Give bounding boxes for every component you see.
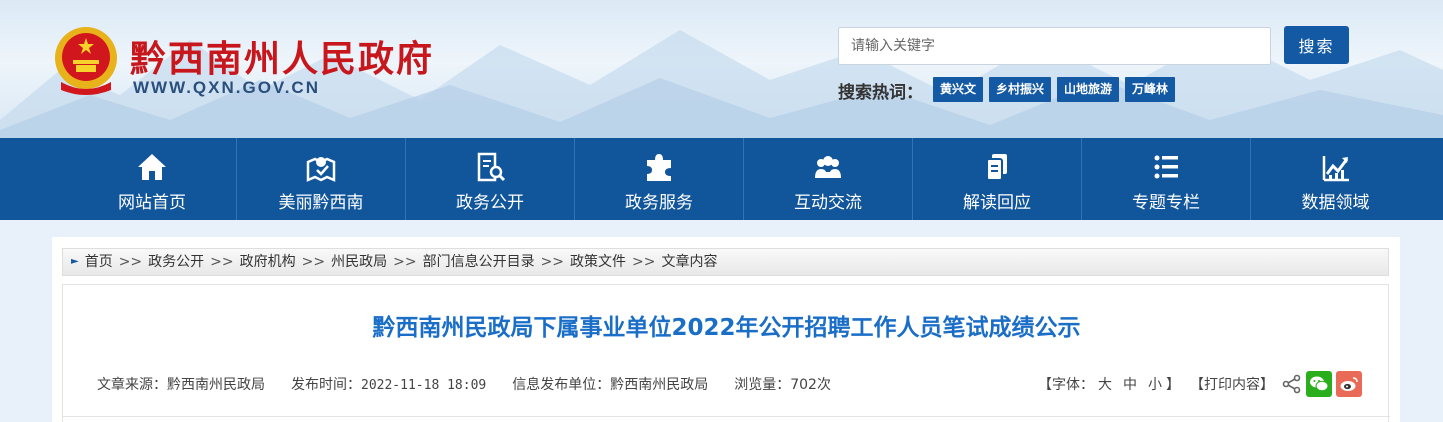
breadcrumb-gov-agencies[interactable]: 政府机构 (240, 249, 296, 275)
nav-item-gov-affairs-open[interactable]: 政务公开 (406, 138, 575, 220)
nav-label: 专题专栏 (1132, 193, 1200, 213)
hot-tag-1[interactable]: 黄兴文 (933, 77, 984, 102)
nav-label: 解读回应 (963, 193, 1031, 213)
nav-label: 数据领域 (1301, 193, 1370, 213)
font-size-large[interactable]: 大 (1098, 374, 1112, 394)
article-tools: 【字体： 大 中 小 】 【打印内容】 (1038, 371, 1362, 397)
breadcrumb-separator: >> (632, 254, 656, 270)
nav-label: 互动交流 (794, 193, 862, 213)
font-size-end: 】 (1166, 377, 1180, 393)
nav-item-home[interactable]: 网站首页 (68, 138, 237, 220)
article-publisher: 信息发布单位：黔西南州民政局 (512, 377, 709, 393)
site-title[interactable]: 黔西南州人民政府 (130, 30, 434, 82)
nav-item-data[interactable]: 数据领域 (1251, 138, 1420, 220)
breadcrumb-separator: >> (301, 254, 326, 270)
breadcrumb-separator: >> (118, 254, 143, 270)
breadcrumb-separator: >> (210, 254, 234, 270)
puzzle-icon (647, 154, 671, 181)
breadcrumb-civil-affairs[interactable]: 州民政局 (331, 249, 387, 275)
font-size-label: 【字体： (1038, 377, 1094, 393)
document-search-icon (477, 152, 506, 182)
search-input[interactable] (838, 27, 1271, 65)
breadcrumb-arrow-icon: ► (71, 256, 79, 267)
article-views: 浏览量：702次 (734, 377, 831, 393)
breadcrumb-separator: >> (540, 254, 565, 270)
nav-item-interpretation[interactable]: 解读回应 (913, 138, 1082, 220)
wechat-share-icon[interactable] (1306, 371, 1332, 397)
chart-icon (1322, 156, 1349, 182)
nav-item-gov-services[interactable]: 政务服务 (575, 138, 744, 220)
hot-tag-4[interactable]: 万峰林 (1125, 77, 1176, 102)
nav-label: 政务公开 (456, 193, 524, 213)
hot-words-list: 黄兴文 乡村振兴 山地旅游 万峰林 (933, 77, 1176, 102)
article-meta: 文章来源：黔西南州民政局 发布时间：2022-11-18 18:09 信息发布单… (97, 374, 831, 394)
publish-time-value: 2022-11-18 18:09 (361, 378, 487, 393)
nav-label: 政务服务 (625, 193, 693, 213)
list-icon (1154, 155, 1178, 179)
article-source: 文章来源：黔西南州民政局 (97, 377, 265, 393)
nav-item-beautiful-qxn[interactable]: 美丽黔西南 (237, 138, 406, 220)
search-button[interactable]: 搜索 (1284, 26, 1349, 64)
national-emblem-icon (55, 27, 117, 95)
hot-tag-3[interactable]: 山地旅游 (1057, 77, 1120, 102)
breadcrumb-home[interactable]: 首页 (85, 249, 113, 275)
breadcrumb-article: 文章内容 (661, 254, 718, 270)
article-divider (63, 416, 1390, 417)
header-banner: 黔西南州人民政府 WWW.QXN.GOV.CN 搜索 搜索热词： 黄兴文 乡村振… (0, 0, 1443, 138)
breadcrumb: ► 首页 >> 政务公开 >> 政府机构 >> 州民政局 >> 部门信息公开目录… (62, 248, 1389, 276)
article-publish-time: 发布时间：2022-11-18 18:09 (291, 374, 486, 394)
site-url: WWW.QXN.GOV.CN (133, 78, 320, 97)
people-icon (815, 156, 841, 178)
nav-label: 美丽黔西南 (278, 193, 364, 213)
print-button[interactable]: 【打印内容】 (1190, 374, 1274, 394)
hot-tag-2[interactable]: 乡村振兴 (989, 77, 1052, 102)
breadcrumb-gov-affairs[interactable]: 政务公开 (148, 249, 204, 275)
nav-item-topics[interactable]: 专题专栏 (1082, 138, 1251, 220)
breadcrumb-policy-docs[interactable]: 政策文件 (570, 249, 626, 275)
article-panel: 黔西南州民政局下属事业单位2022年公开招聘工作人员笔试成绩公示 文章来源：黔西… (62, 284, 1390, 422)
weibo-share-icon[interactable] (1336, 371, 1362, 397)
map-pin-icon (306, 157, 336, 182)
publish-time-label: 发布时间： (291, 377, 361, 393)
nav-label: 网站首页 (118, 193, 186, 213)
font-size-small[interactable]: 小 (1148, 374, 1162, 394)
home-icon (138, 154, 166, 180)
breadcrumb-dept-catalog[interactable]: 部门信息公开目录 (423, 249, 535, 275)
font-size-medium[interactable]: 中 (1123, 374, 1137, 394)
file-copy-icon (986, 154, 1007, 181)
hot-words-label: 搜索热词： (838, 83, 923, 103)
main-nav: 网站首页 美丽黔西南 政务公开 政务服务 互动交流 解读回应 专题专栏 数据领域 (0, 138, 1443, 220)
nav-item-interaction[interactable]: 互动交流 (744, 138, 913, 220)
share-icon[interactable] (1282, 374, 1302, 394)
breadcrumb-separator: >> (393, 254, 417, 270)
article-title: 黔西南州民政局下属事业单位2022年公开招聘工作人员笔试成绩公示 (372, 315, 1081, 341)
